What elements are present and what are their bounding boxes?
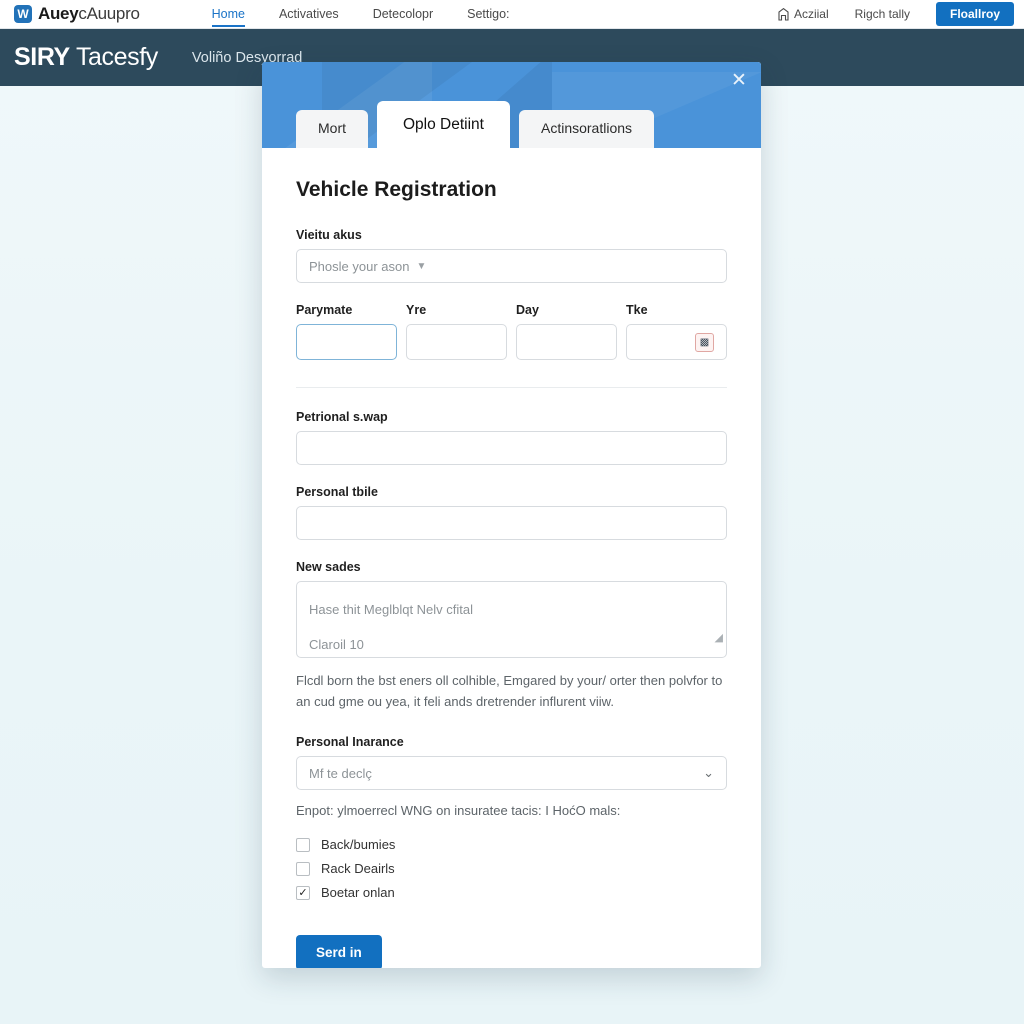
field-group-petrional-swap: Petrional s.wap — [296, 410, 727, 465]
field-group-parymate: Parymate — [296, 303, 397, 360]
nav-action-acziial[interactable]: Acziial — [778, 7, 829, 21]
checkbox-icon[interactable] — [296, 837, 310, 852]
petrional-swap-input[interactable] — [296, 431, 727, 465]
brand-name-light: cAuupro — [78, 4, 140, 23]
label-tke: Tke — [626, 303, 648, 317]
personal-tbile-input[interactable] — [296, 506, 727, 540]
resize-handle-icon[interactable]: ◢ — [715, 620, 723, 655]
checkbox-row-boetar-onlan[interactable]: ✓ Boetar onlan — [296, 885, 727, 900]
page-root: W AueycAuupro Home Activatives Detecolop… — [0, 0, 1024, 1024]
sub-header-brand: SIRY Tacesfy — [14, 43, 158, 72]
nav-link-settings[interactable]: Settigo: — [467, 0, 509, 29]
label-parymate: Parymate — [296, 303, 353, 317]
brand-name: AueycAuupro — [38, 4, 140, 24]
new-sades-textarea[interactable]: Hase thit Meglblqt Nelv cfital Claroil 1… — [296, 581, 727, 658]
modal-header: ✕ Mort Oplo Detiint Actinsoratlions — [262, 62, 761, 148]
chevron-down-icon: ▼ — [416, 260, 427, 272]
field-group-tke: Tke ▩ — [626, 303, 727, 360]
label-personal-tbile: Personal tbile — [296, 485, 378, 499]
checkbox-group: Back/bumies Rack Deairls ✓ Boetar onlan — [296, 837, 727, 900]
top-navigation-bar: W AueycAuupro Home Activatives Detecolop… — [0, 0, 1024, 29]
tab-mort[interactable]: Mort — [296, 110, 368, 148]
nav-link-activatives[interactable]: Activatives — [279, 0, 339, 29]
nav-action-rigch-tally[interactable]: Rigch tally — [855, 7, 910, 21]
modal-dialog: ✕ Mort Oplo Detiint Actinsoratlions Vehi… — [262, 62, 761, 968]
page-title: Vehicle Registration — [296, 178, 497, 201]
tab-actinsoratlions[interactable]: Actinsoratlions — [518, 110, 655, 148]
tab-oplo-detiint[interactable]: Oplo Detiint — [377, 101, 510, 148]
nav-link-detecolopr[interactable]: Detecolopr — [373, 0, 433, 29]
yre-input[interactable] — [406, 324, 507, 360]
personal-inarance-helper-text: Enpot: ylmoerrecl WNG on insuratee tacis… — [296, 803, 621, 818]
vehicle-select[interactable]: Phosle your ason ▼ — [296, 249, 727, 283]
brand-name-bold: Auey — [38, 4, 79, 23]
checkbox-row-backbumies[interactable]: Back/bumies — [296, 837, 727, 852]
field-group-personal-tbile: Personal tbile — [296, 485, 727, 540]
checkbox-label-rack-deairls: Rack Deairls — [321, 861, 395, 876]
date-field-row: Parymate Yre Day Tke ▩ — [296, 303, 727, 360]
modal-body: Vehicle Registration Vieitu akus Phosle … — [262, 148, 761, 968]
day-input[interactable] — [516, 324, 617, 360]
submit-button[interactable]: Serd in — [296, 935, 382, 968]
checkbox-label-boetar-onlan: Boetar onlan — [321, 885, 395, 900]
sub-header-brand-bold: SIRY — [14, 43, 70, 71]
checkbox-icon[interactable] — [296, 861, 310, 876]
modal-tabs: Mort Oplo Detiint Actinsoratlions — [296, 101, 655, 148]
field-group-day: Day — [516, 303, 617, 360]
nav-action-rigch-tally-label: Rigch tally — [854, 7, 910, 21]
personal-inarance-placeholder: Mf te declç — [309, 765, 372, 781]
brand[interactable]: W AueycAuupro — [14, 4, 140, 24]
checkbox-row-rack-deairls[interactable]: Rack Deairls — [296, 861, 727, 876]
checkbox-label-backbumies: Back/bumies — [321, 837, 396, 852]
tke-input[interactable]: ▩ — [626, 324, 727, 360]
new-sades-helper-text: Flcdl born the bst eners oll colhible, E… — [296, 673, 723, 709]
calendar-icon[interactable]: ▩ — [695, 332, 714, 352]
bookmark-icon — [778, 7, 789, 21]
label-day: Day — [516, 303, 539, 317]
brand-logo-icon: W — [14, 5, 32, 23]
label-vieitu-akus: Vieitu akus — [296, 228, 362, 242]
personal-inarance-select[interactable]: Mf te declç ⌄ — [296, 756, 727, 790]
sub-header-brand-light: Tacesfy — [75, 43, 158, 71]
nav-links: Home Activatives Detecolopr Settigo: — [211, 0, 510, 29]
section-divider — [296, 387, 727, 388]
new-sades-placeholder-line1: Hase thit Meglblqt Nelv cfital — [309, 602, 474, 617]
label-new-sades: New sades — [296, 560, 361, 574]
label-petrional-swap: Petrional s.wap — [296, 410, 388, 424]
chevron-down-icon: ⌄ — [703, 765, 714, 780]
close-icon[interactable]: ✕ — [727, 68, 751, 92]
nav-link-home[interactable]: Home — [211, 0, 246, 29]
nav-cta-button[interactable]: Floallroy — [935, 2, 1014, 26]
label-yre: Yre — [406, 303, 427, 317]
field-group-new-sades: New sades Hase thit Meglblqt Nelv cfital… — [296, 560, 727, 658]
field-group-vehicle: Vieitu akus Phosle your ason ▼ — [296, 228, 727, 283]
new-sades-placeholder-line2: Claroil 10 — [309, 637, 364, 652]
field-group-personal-inarance: Personal Inarance Mf te declç ⌄ — [296, 735, 727, 790]
vehicle-select-placeholder: Phosle your ason — [309, 258, 410, 274]
label-personal-inarance: Personal Inarance — [296, 735, 404, 749]
nav-action-acziial-label: Acziial — [793, 7, 829, 21]
parymate-input[interactable] — [296, 324, 397, 360]
checkbox-checked-icon[interactable]: ✓ — [296, 885, 310, 900]
field-group-yre: Yre — [406, 303, 507, 360]
nav-right-actions: Acziial Rigch tally Floallroy — [778, 2, 1014, 26]
